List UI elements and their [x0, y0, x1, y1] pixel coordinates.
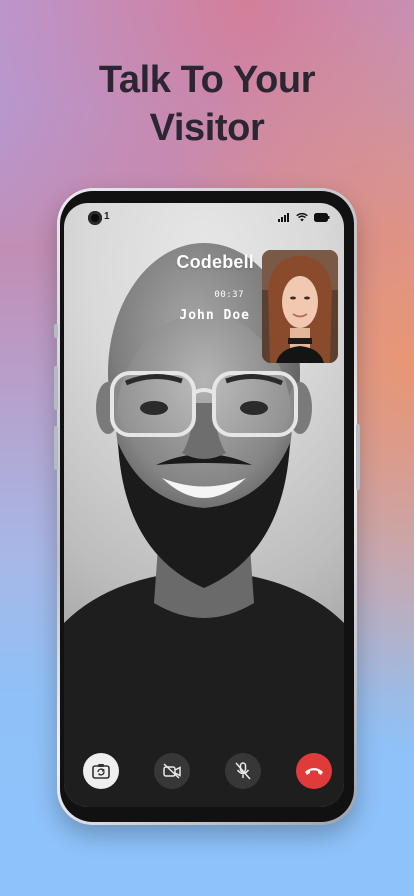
caller-name: John Doe	[179, 308, 250, 323]
phone-side-button	[54, 426, 58, 470]
front-camera-hole	[88, 211, 102, 225]
self-view-video[interactable]	[262, 250, 338, 363]
flip-camera-button[interactable]	[83, 753, 119, 789]
phone-hangup-icon	[305, 768, 323, 775]
call-timer: 00:37	[214, 290, 244, 300]
phone-side-button	[54, 324, 58, 338]
camera-switch-icon	[92, 764, 110, 779]
self-view-portrait	[262, 250, 338, 363]
video-off-button[interactable]	[154, 753, 190, 789]
battery-icon	[314, 213, 330, 222]
phone-power-button	[356, 424, 360, 490]
call-controls	[64, 753, 344, 793]
status-icons	[278, 213, 330, 222]
video-off-icon	[163, 763, 181, 779]
mute-button[interactable]	[225, 753, 261, 789]
phone-frame: 1 Codebell 00:37 John Doe	[54, 188, 360, 825]
mic-off-icon	[235, 762, 251, 780]
signal-icon	[278, 213, 289, 222]
status-indicator: 1	[104, 211, 110, 222]
brand-logo: Codebell	[176, 252, 254, 272]
phone-side-button	[54, 366, 58, 410]
status-bar: 1	[64, 203, 344, 231]
wifi-icon	[296, 213, 308, 222]
video-call-screen: 1 Codebell 00:37 John Doe	[64, 203, 344, 807]
headline: Talk To Your Visitor	[0, 56, 414, 152]
headline-line-2: Visitor	[149, 107, 265, 149]
end-call-button[interactable]	[296, 753, 332, 789]
headline-line-1: Talk To Your	[98, 59, 316, 101]
